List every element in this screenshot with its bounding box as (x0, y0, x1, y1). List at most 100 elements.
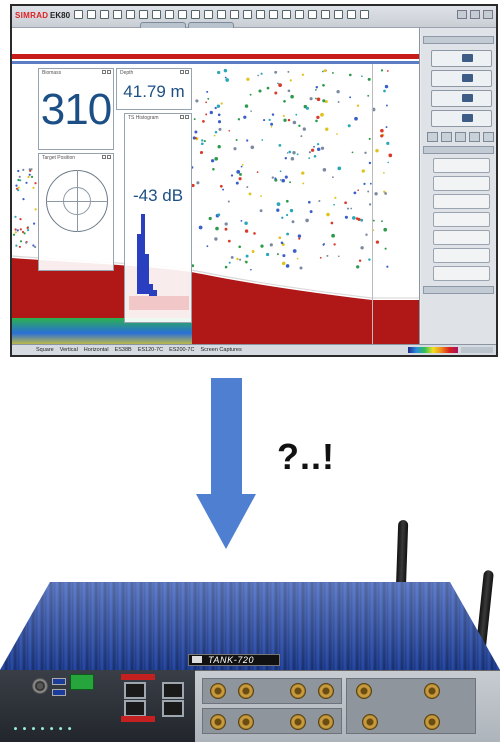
sma-connector-icon[interactable] (318, 683, 334, 699)
toolbar-button-icon[interactable] (204, 10, 213, 19)
tool-icon[interactable] (455, 132, 466, 142)
toolbar-button-icon[interactable] (334, 10, 343, 19)
close-icon[interactable] (107, 155, 111, 159)
sma-connector-icon[interactable] (290, 683, 306, 699)
toolbar-button-icon[interactable] (295, 10, 304, 19)
usb-port-icon[interactable] (52, 689, 66, 696)
usb-port-icon[interactable] (52, 678, 66, 685)
status-item[interactable]: Screen Captures (200, 347, 241, 353)
close-icon[interactable] (107, 70, 111, 74)
sma-connector-icon[interactable] (290, 714, 306, 730)
maximize-icon[interactable] (470, 10, 480, 19)
tool-icon[interactable] (427, 132, 438, 142)
pin-icon[interactable] (102, 70, 106, 74)
fish-echo (195, 99, 199, 103)
fish-echo (322, 70, 324, 73)
toolbar-button-icon[interactable] (152, 10, 161, 19)
ethernet-port-icon[interactable] (162, 682, 184, 699)
record-raw-button[interactable] (433, 248, 490, 263)
sma-connector-icon[interactable] (210, 714, 226, 730)
toolbar-button-icon[interactable] (243, 10, 252, 19)
toolbar-button-icon[interactable] (347, 10, 356, 19)
fish-echo (239, 172, 242, 176)
toolbar-button-icon[interactable] (256, 10, 265, 19)
fish-echo (14, 231, 17, 234)
minimize-icon[interactable] (457, 10, 467, 19)
toolbar-button-icon[interactable] (126, 10, 135, 19)
ethernet-port-icon[interactable] (124, 700, 146, 717)
settings-button[interactable] (431, 70, 492, 87)
settings-button[interactable] (431, 110, 492, 127)
close-icon[interactable] (483, 10, 493, 19)
close-icon[interactable] (185, 70, 189, 74)
echogram-view[interactable]: Biomass 310 Depth 41.79 m Target Positio… (12, 28, 420, 348)
ping-mode-button[interactable] (433, 194, 490, 209)
output-header[interactable] (423, 286, 494, 294)
sma-connector-icon[interactable] (362, 714, 378, 730)
ping-number-button[interactable] (433, 230, 490, 245)
fish-echo (198, 225, 203, 230)
pin-icon[interactable] (102, 155, 106, 159)
power-knob-icon[interactable] (32, 678, 48, 694)
toolbar-button-icon[interactable] (230, 10, 239, 19)
histogram-range-band (129, 296, 189, 310)
fish-echo (26, 226, 29, 229)
toolbar-button-icon[interactable] (74, 10, 83, 19)
settings-button[interactable] (431, 50, 492, 67)
status-item[interactable]: ES38B (115, 347, 132, 353)
sma-connector-icon[interactable] (356, 683, 372, 699)
fish-echo (19, 228, 22, 231)
sma-connector-icon[interactable] (238, 714, 254, 730)
ts-histogram-panel[interactable]: TS Histogram -43 dB (124, 113, 192, 323)
toolbar-button-icon[interactable] (87, 10, 96, 19)
toolbar-button-icon[interactable] (113, 10, 122, 19)
depth-value: 41.79 m (123, 82, 185, 101)
status-item[interactable]: Horizontal (84, 347, 109, 353)
ethernet-port-icon[interactable] (124, 682, 146, 699)
fish-echo (344, 215, 348, 219)
fish-echo (357, 189, 360, 192)
fish-echo (281, 178, 285, 183)
settings-button[interactable] (431, 90, 492, 107)
status-item[interactable]: ES200-7C (169, 347, 194, 353)
toolbar-button-icon[interactable] (139, 10, 148, 19)
pin-icon[interactable] (180, 70, 184, 74)
toolbar-button-icon[interactable] (178, 10, 187, 19)
sma-connector-icon[interactable] (210, 683, 226, 699)
ethernet-port-icon[interactable] (162, 700, 184, 717)
ping-interval-button[interactable] (433, 212, 490, 227)
status-item[interactable]: ES120-7C (138, 347, 163, 353)
toolbar-button-icon[interactable] (360, 10, 369, 19)
power-terminal-icon[interactable] (70, 674, 94, 690)
user-settings-header[interactable] (423, 36, 494, 44)
record-control-button[interactable] (433, 266, 490, 281)
target-position-panel[interactable]: Target Position (38, 153, 114, 271)
normal-operation-button[interactable] (433, 176, 490, 191)
sma-connector-icon[interactable] (238, 683, 254, 699)
toolbar-button-icon[interactable] (308, 10, 317, 19)
operation-header[interactable] (423, 146, 494, 154)
toolbar-button-icon[interactable] (269, 10, 278, 19)
status-item[interactable]: Vertical (60, 347, 78, 353)
biomass-panel[interactable]: Biomass 310 (38, 68, 114, 150)
status-item[interactable]: Square (36, 347, 54, 353)
fish-echo (331, 176, 334, 179)
fish-echo (358, 259, 362, 263)
operation-mode-button[interactable] (433, 158, 490, 173)
sma-connector-icon[interactable] (424, 714, 440, 730)
tool-icon[interactable] (441, 132, 452, 142)
sma-connector-icon[interactable] (424, 683, 440, 699)
sma-connector-icon[interactable] (318, 714, 334, 730)
toolbar-button-icon[interactable] (282, 10, 291, 19)
tool-icon[interactable] (483, 132, 494, 142)
fish-echo (367, 77, 371, 81)
fish-echo (210, 159, 215, 163)
toolbar-button-icon[interactable] (191, 10, 200, 19)
toolbar-button-icon[interactable] (321, 10, 330, 19)
toolbar-button-icon[interactable] (100, 10, 109, 19)
toolbar-button-icon[interactable] (217, 10, 226, 19)
toolbar-button-icon[interactable] (165, 10, 174, 19)
depth-panel[interactable]: Depth 41.79 m (116, 68, 192, 110)
fish-echo (363, 182, 366, 186)
tool-icon[interactable] (469, 132, 480, 142)
